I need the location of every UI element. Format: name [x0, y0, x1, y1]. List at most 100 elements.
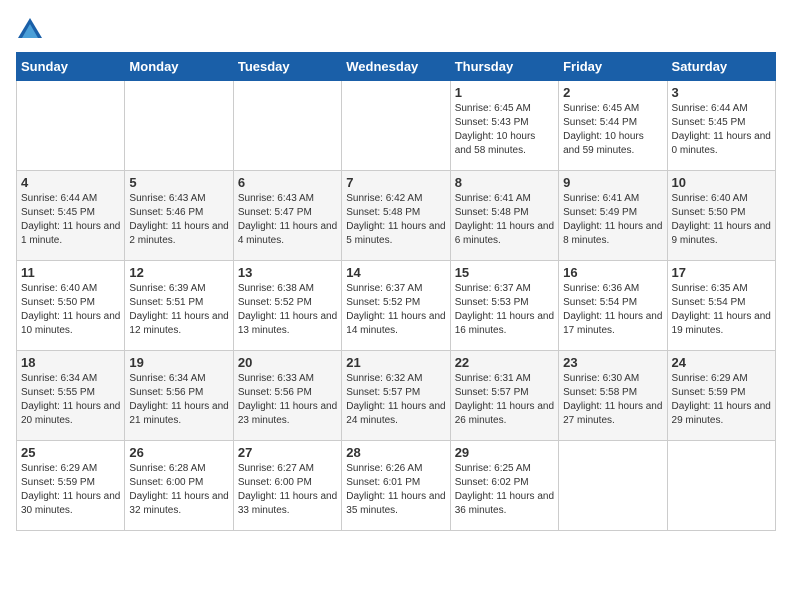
day-info: Sunrise: 6:25 AM Sunset: 6:02 PM Dayligh… [455, 462, 554, 518]
calendar-cell: 16 Sunrise: 6:36 AM Sunset: 5:54 PM Dayli… [559, 261, 667, 351]
calendar-cell: 8 Sunrise: 6:41 AM Sunset: 5:48 PM Daylig… [450, 171, 558, 261]
day-info: Sunrise: 6:43 AM Sunset: 5:47 PM Dayligh… [238, 192, 337, 248]
day-info: Sunrise: 6:44 AM Sunset: 5:45 PM Dayligh… [672, 102, 771, 158]
day-number: 26 [129, 445, 228, 460]
day-header-wednesday: Wednesday [342, 53, 450, 81]
day-header-saturday: Saturday [667, 53, 775, 81]
day-number: 11 [21, 265, 120, 280]
calendar-week-3: 11 Sunrise: 6:40 AM Sunset: 5:50 PM Dayli… [17, 261, 776, 351]
day-info: Sunrise: 6:44 AM Sunset: 5:45 PM Dayligh… [21, 192, 120, 248]
logo-icon [16, 16, 44, 44]
day-info: Sunrise: 6:30 AM Sunset: 5:58 PM Dayligh… [563, 372, 662, 428]
day-number: 28 [346, 445, 445, 460]
calendar-cell: 26 Sunrise: 6:28 AM Sunset: 6:00 PM Dayli… [125, 441, 233, 531]
day-info: Sunrise: 6:32 AM Sunset: 5:57 PM Dayligh… [346, 372, 445, 428]
day-number: 8 [455, 175, 554, 190]
day-header-friday: Friday [559, 53, 667, 81]
calendar-cell: 6 Sunrise: 6:43 AM Sunset: 5:47 PM Daylig… [233, 171, 341, 261]
calendar-cell [667, 441, 775, 531]
calendar-cell [17, 81, 125, 171]
day-number: 6 [238, 175, 337, 190]
day-info: Sunrise: 6:37 AM Sunset: 5:53 PM Dayligh… [455, 282, 554, 338]
day-number: 21 [346, 355, 445, 370]
day-info: Sunrise: 6:36 AM Sunset: 5:54 PM Dayligh… [563, 282, 662, 338]
calendar-cell [559, 441, 667, 531]
calendar-cell [125, 81, 233, 171]
day-header-sunday: Sunday [17, 53, 125, 81]
calendar-cell: 27Sunrise: 6:27 AM Sunset: 6:00 PM Dayli… [233, 441, 341, 531]
day-info: Sunrise: 6:31 AM Sunset: 5:57 PM Dayligh… [455, 372, 554, 428]
calendar: SundayMondayTuesdayWednesdayThursdayFrid… [16, 52, 776, 531]
day-info: Sunrise: 6:45 AM Sunset: 5:43 PM Dayligh… [455, 102, 554, 158]
day-number: 15 [455, 265, 554, 280]
calendar-cell: 19 Sunrise: 6:34 AM Sunset: 5:56 PM Dayli… [125, 351, 233, 441]
day-header-monday: Monday [125, 53, 233, 81]
calendar-cell: 12Sunrise: 6:39 AM Sunset: 5:51 PM Dayli… [125, 261, 233, 351]
day-info: Sunrise: 6:42 AM Sunset: 5:48 PM Dayligh… [346, 192, 445, 248]
day-number: 25 [21, 445, 120, 460]
day-info: Sunrise: 6:41 AM Sunset: 5:49 PM Dayligh… [563, 192, 662, 248]
day-info: Sunrise: 6:34 AM Sunset: 5:55 PM Dayligh… [21, 372, 120, 428]
calendar-cell: 5 Sunrise: 6:43 AM Sunset: 5:46 PM Daylig… [125, 171, 233, 261]
header [16, 16, 776, 44]
calendar-cell: 17 Sunrise: 6:35 AM Sunset: 5:54 PM Dayli… [667, 261, 775, 351]
calendar-cell: 11 Sunrise: 6:40 AM Sunset: 5:50 PM Dayli… [17, 261, 125, 351]
day-info: Sunrise: 6:41 AM Sunset: 5:48 PM Dayligh… [455, 192, 554, 248]
day-number: 10 [672, 175, 771, 190]
day-info: Sunrise: 6:34 AM Sunset: 5:56 PM Dayligh… [129, 372, 228, 428]
day-number: 13 [238, 265, 337, 280]
day-info: Sunrise: 6:28 AM Sunset: 6:00 PM Dayligh… [129, 462, 228, 518]
day-number: 18 [21, 355, 120, 370]
calendar-cell: 15 Sunrise: 6:37 AM Sunset: 5:53 PM Dayli… [450, 261, 558, 351]
day-number: 4 [21, 175, 120, 190]
calendar-cell: 3 Sunrise: 6:44 AM Sunset: 5:45 PM Daylig… [667, 81, 775, 171]
day-number: 7 [346, 175, 445, 190]
day-number: 9 [563, 175, 662, 190]
day-number: 1 [455, 85, 554, 100]
day-number: 19 [129, 355, 228, 370]
day-info: Sunrise: 6:29 AM Sunset: 5:59 PM Dayligh… [672, 372, 771, 428]
day-number: 23 [563, 355, 662, 370]
day-header-thursday: Thursday [450, 53, 558, 81]
day-info: Sunrise: 6:35 AM Sunset: 5:54 PM Dayligh… [672, 282, 771, 338]
calendar-cell: 18 Sunrise: 6:34 AM Sunset: 5:55 PM Dayli… [17, 351, 125, 441]
calendar-cell: 1 Sunrise: 6:45 AM Sunset: 5:43 PM Daylig… [450, 81, 558, 171]
day-info: Sunrise: 6:43 AM Sunset: 5:46 PM Dayligh… [129, 192, 228, 248]
calendar-cell: 28 Sunrise: 6:26 AM Sunset: 6:01 PM Dayli… [342, 441, 450, 531]
day-number: 14 [346, 265, 445, 280]
calendar-cell [233, 81, 341, 171]
calendar-cell: 29 Sunrise: 6:25 AM Sunset: 6:02 PM Dayli… [450, 441, 558, 531]
logo [16, 16, 48, 44]
calendar-header-row: SundayMondayTuesdayWednesdayThursdayFrid… [17, 53, 776, 81]
calendar-cell: 21 Sunrise: 6:32 AM Sunset: 5:57 PM Dayli… [342, 351, 450, 441]
calendar-cell: 13 Sunrise: 6:38 AM Sunset: 5:52 PM Dayli… [233, 261, 341, 351]
calendar-cell: 24 Sunrise: 6:29 AM Sunset: 5:59 PM Dayli… [667, 351, 775, 441]
calendar-cell: 14Sunrise: 6:37 AM Sunset: 5:52 PM Dayli… [342, 261, 450, 351]
day-info: Sunrise: 6:38 AM Sunset: 5:52 PM Dayligh… [238, 282, 337, 338]
day-header-tuesday: Tuesday [233, 53, 341, 81]
day-info: Sunrise: 6:26 AM Sunset: 6:01 PM Dayligh… [346, 462, 445, 518]
day-number: 27 [238, 445, 337, 460]
day-number: 20 [238, 355, 337, 370]
day-number: 17 [672, 265, 771, 280]
day-number: 29 [455, 445, 554, 460]
calendar-cell: 4 Sunrise: 6:44 AM Sunset: 5:45 PM Daylig… [17, 171, 125, 261]
day-number: 5 [129, 175, 228, 190]
calendar-week-2: 4 Sunrise: 6:44 AM Sunset: 5:45 PM Daylig… [17, 171, 776, 261]
day-info: Sunrise: 6:29 AM Sunset: 5:59 PM Dayligh… [21, 462, 120, 518]
day-number: 24 [672, 355, 771, 370]
day-info: Sunrise: 6:33 AM Sunset: 5:56 PM Dayligh… [238, 372, 337, 428]
calendar-cell: 2Sunrise: 6:45 AM Sunset: 5:44 PM Daylig… [559, 81, 667, 171]
day-number: 3 [672, 85, 771, 100]
calendar-cell: 9 Sunrise: 6:41 AM Sunset: 5:49 PM Daylig… [559, 171, 667, 261]
calendar-cell: 23 Sunrise: 6:30 AM Sunset: 5:58 PM Dayli… [559, 351, 667, 441]
calendar-week-4: 18 Sunrise: 6:34 AM Sunset: 5:55 PM Dayli… [17, 351, 776, 441]
day-info: Sunrise: 6:40 AM Sunset: 5:50 PM Dayligh… [21, 282, 120, 338]
day-number: 12 [129, 265, 228, 280]
day-number: 22 [455, 355, 554, 370]
day-info: Sunrise: 6:45 AM Sunset: 5:44 PM Dayligh… [563, 102, 662, 158]
calendar-cell [342, 81, 450, 171]
day-info: Sunrise: 6:40 AM Sunset: 5:50 PM Dayligh… [672, 192, 771, 248]
calendar-cell: 7 Sunrise: 6:42 AM Sunset: 5:48 PM Daylig… [342, 171, 450, 261]
day-number: 16 [563, 265, 662, 280]
